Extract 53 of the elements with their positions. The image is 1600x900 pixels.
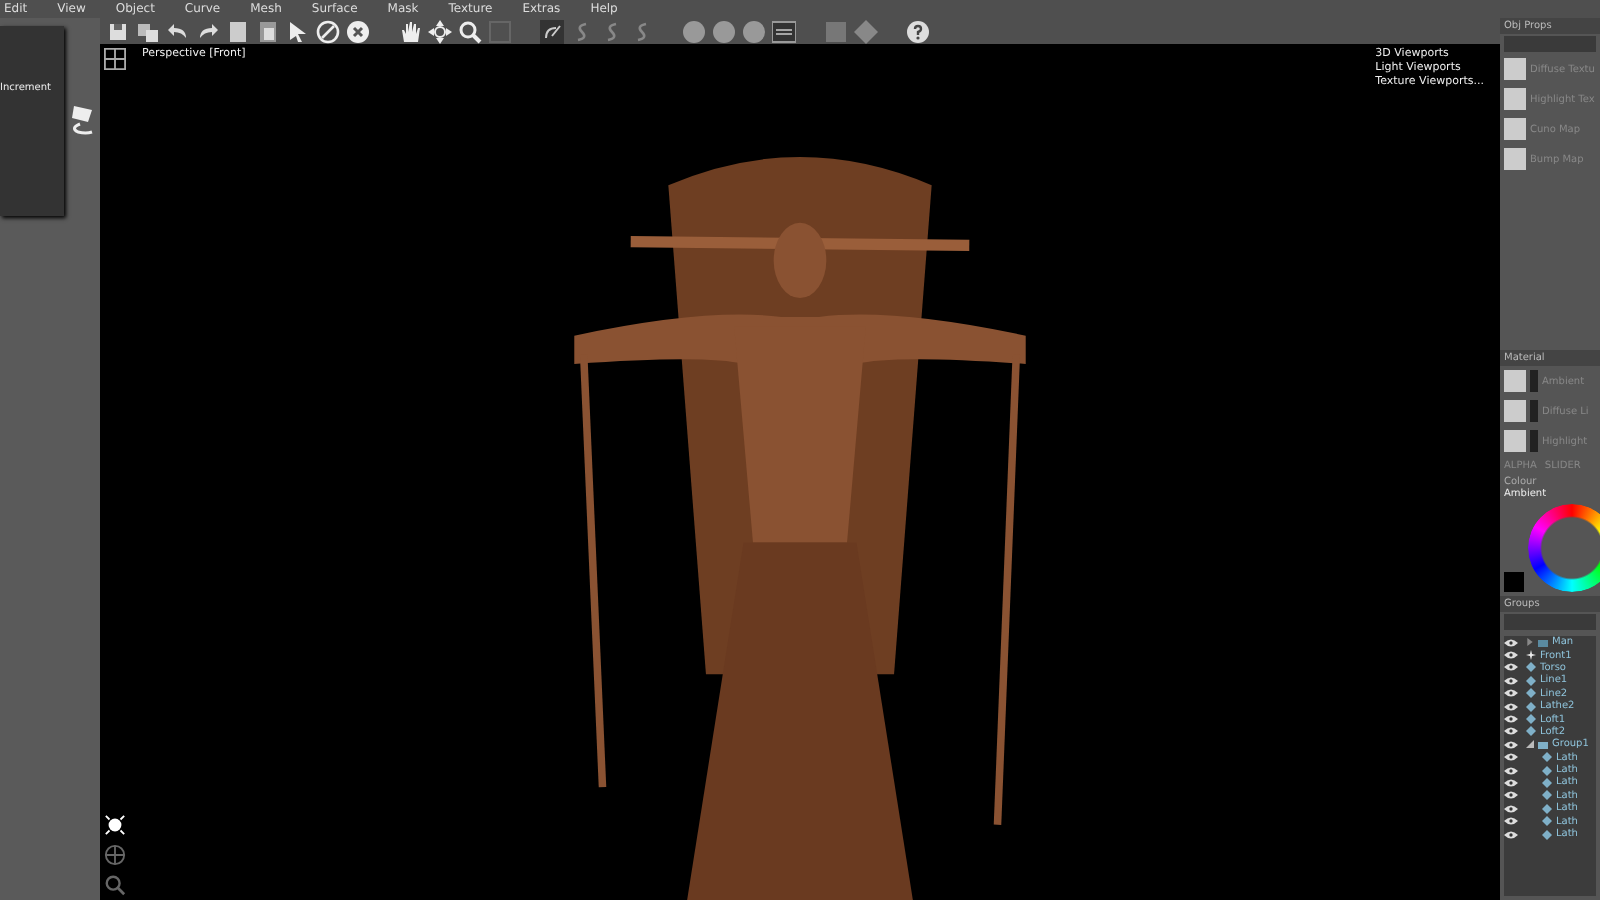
zoom-icon[interactable] bbox=[104, 874, 126, 896]
eye-icon[interactable] bbox=[1504, 726, 1518, 737]
eye-icon[interactable] bbox=[1504, 829, 1518, 840]
help-icon[interactable] bbox=[906, 19, 930, 43]
eye-icon[interactable] bbox=[1504, 765, 1518, 776]
redo-icon[interactable] bbox=[196, 19, 220, 43]
folder-icon[interactable] bbox=[1538, 739, 1548, 750]
search-icon[interactable] bbox=[458, 19, 482, 43]
layers-icon[interactable] bbox=[136, 19, 160, 43]
eye-icon[interactable] bbox=[1504, 752, 1518, 763]
expanded-icon[interactable] bbox=[1526, 740, 1534, 749]
eye-icon[interactable] bbox=[1504, 688, 1518, 699]
hand-icon[interactable] bbox=[398, 19, 422, 43]
name-field[interactable] bbox=[1504, 36, 1596, 52]
eye-icon[interactable] bbox=[1504, 675, 1518, 686]
eye-icon[interactable] bbox=[1504, 650, 1518, 661]
colour-bar bbox=[1530, 370, 1538, 392]
close-icon[interactable] bbox=[346, 19, 370, 43]
eye-icon[interactable] bbox=[1504, 662, 1518, 673]
sphere-icon[interactable] bbox=[682, 19, 706, 43]
pointer-icon[interactable] bbox=[286, 19, 310, 43]
texture-swatch[interactable] bbox=[1504, 88, 1526, 110]
colour-swatch[interactable] bbox=[1504, 572, 1524, 592]
save-icon[interactable] bbox=[106, 19, 130, 43]
material-swatch[interactable] bbox=[1504, 430, 1526, 452]
colour-bar bbox=[1530, 430, 1538, 452]
group-field[interactable] bbox=[1504, 614, 1596, 630]
shape-icon[interactable] bbox=[68, 102, 96, 138]
texture-swatch[interactable] bbox=[1504, 148, 1526, 170]
select-icon[interactable] bbox=[104, 814, 126, 836]
eye-icon[interactable] bbox=[1504, 739, 1518, 750]
eye-icon[interactable] bbox=[1504, 701, 1518, 712]
move-icon[interactable] bbox=[428, 19, 452, 43]
eye-icon[interactable] bbox=[1504, 637, 1518, 648]
sphere-icon[interactable] bbox=[742, 19, 766, 43]
undo-icon[interactable] bbox=[166, 19, 190, 43]
move-icon[interactable] bbox=[104, 844, 126, 866]
collapsed-icon[interactable] bbox=[1526, 638, 1534, 647]
material-swatch[interactable] bbox=[1504, 400, 1526, 422]
colour-bar bbox=[1530, 400, 1538, 422]
sphere-icon[interactable] bbox=[712, 19, 736, 43]
colour-wheel[interactable] bbox=[1528, 504, 1600, 592]
material-swatch[interactable] bbox=[1504, 370, 1526, 392]
folder-icon[interactable] bbox=[1538, 637, 1548, 648]
prohibit-icon[interactable] bbox=[316, 19, 340, 43]
texture-swatch[interactable] bbox=[1504, 118, 1526, 140]
eye-icon[interactable] bbox=[1504, 803, 1518, 814]
star-icon bbox=[1526, 650, 1536, 661]
texture-swatch[interactable] bbox=[1504, 58, 1526, 80]
eye-icon[interactable] bbox=[1504, 777, 1518, 788]
eye-icon[interactable] bbox=[1504, 816, 1518, 827]
eye-icon[interactable] bbox=[1504, 790, 1518, 801]
eye-icon[interactable] bbox=[1504, 714, 1518, 725]
